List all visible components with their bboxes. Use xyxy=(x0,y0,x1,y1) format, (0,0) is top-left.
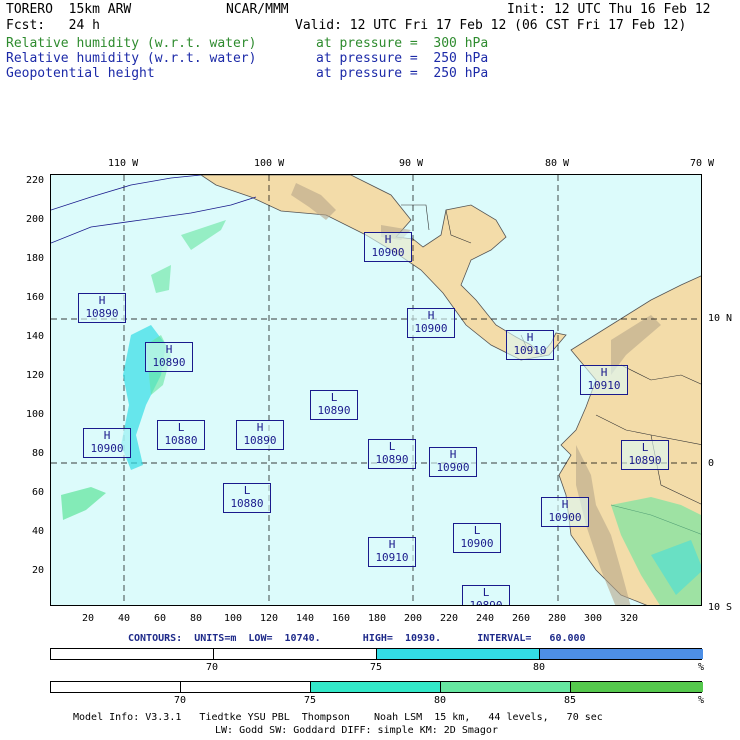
colorbar-250-label: 75 xyxy=(370,662,383,673)
x-tick: 160 xyxy=(332,613,351,624)
colorbar-300-segment-80-85 xyxy=(441,682,571,692)
colorbar-300-label: 85 xyxy=(564,695,577,706)
colorbar-300hpa xyxy=(50,681,703,693)
pressure-center: H 10900 xyxy=(407,308,455,338)
pressure-center: L 10890 xyxy=(462,585,510,605)
y-tick: 120 xyxy=(25,370,44,381)
forecast-hour: Fcst: 24 h xyxy=(6,18,100,33)
colorbar-300-label: 75 xyxy=(304,695,317,706)
field-2-name: Relative humidity (w.r.t. water) xyxy=(6,51,257,66)
pressure-center: H 10900 xyxy=(541,497,589,527)
colorbar-250-segment-above-80 xyxy=(540,649,703,659)
pressure-center: H 10890 xyxy=(145,342,193,372)
colorbar-250hpa xyxy=(50,648,703,660)
lon-label-80w: 80 W xyxy=(545,158,570,169)
y-tick: 20 xyxy=(31,565,44,576)
colorbar-300-segment-above-85 xyxy=(571,682,703,692)
colorbar-250-label: % xyxy=(698,662,705,673)
map-panel: H 10900 H 10890 H 10900 H 10910 H 10890 H 1091… xyxy=(50,174,702,606)
field-1-name: Relative humidity (w.r.t. water) xyxy=(6,36,257,51)
pressure-center: H 10910 xyxy=(506,330,554,360)
field-2-level: at pressure = 250 hPa xyxy=(316,51,489,66)
pressure-center: H 10890 xyxy=(236,420,284,450)
colorbar-250-segment-below-70 xyxy=(51,649,214,659)
x-tick: 200 xyxy=(404,613,423,624)
pressure-center: H 10900 xyxy=(429,447,477,477)
x-tick: 100 xyxy=(224,613,243,624)
x-tick: 40 xyxy=(118,613,131,624)
x-tick: 60 xyxy=(154,613,167,624)
y-tick: 160 xyxy=(25,292,44,303)
x-tick: 320 xyxy=(620,613,639,624)
colorbar-300-label: % xyxy=(698,695,705,706)
lon-label-110w: 110 W xyxy=(108,158,139,169)
lon-label-90w: 90 W xyxy=(399,158,424,169)
contours-info: CONTOURS: UNITS=m LOW= 10740. HIGH= 1093… xyxy=(128,633,586,644)
y-tick: 60 xyxy=(31,487,44,498)
colorbar-250-label: 80 xyxy=(533,662,546,673)
x-tick: 180 xyxy=(368,613,387,624)
x-tick: 300 xyxy=(584,613,603,624)
pressure-center: L 10880 xyxy=(223,483,271,513)
y-tick: 180 xyxy=(25,253,44,264)
x-tick: 20 xyxy=(82,613,95,624)
organization: NCAR/MMM xyxy=(226,2,289,17)
y-tick: 80 xyxy=(31,448,44,459)
model-name: TORERO 15km ARW xyxy=(6,2,132,17)
colorbar-300-label: 80 xyxy=(434,695,447,706)
y-tick: 40 xyxy=(31,526,44,537)
model-info-line-2: LW: Godd SW: Goddard DIFF: simple KM: 2D… xyxy=(215,725,498,736)
pressure-center: H 10900 xyxy=(83,428,131,458)
pressure-center: L 10890 xyxy=(621,440,669,470)
pressure-center: L 10890 xyxy=(368,439,416,469)
lat-label-10n: 10 N xyxy=(708,313,733,324)
x-tick: 140 xyxy=(296,613,315,624)
colorbar-250-label: 70 xyxy=(206,662,219,673)
field-3-name: Geopotential height xyxy=(6,66,155,81)
x-tick: 280 xyxy=(548,613,567,624)
model-info-line-1: Model Info: V3.3.1 Tiedtke YSU PBL Thomp… xyxy=(73,712,603,723)
colorbar-300-segment-70-75 xyxy=(181,682,311,692)
x-tick: 240 xyxy=(476,613,495,624)
colorbar-300-label: 70 xyxy=(174,695,187,706)
pressure-center: H 10910 xyxy=(580,365,628,395)
y-tick: 220 xyxy=(25,175,44,186)
pressure-center: L 10900 xyxy=(453,523,501,553)
colorbar-300-segment-75-80 xyxy=(311,682,441,692)
x-tick: 120 xyxy=(260,613,279,624)
lat-label-10s: 10 S xyxy=(708,602,733,613)
x-tick: 220 xyxy=(440,613,459,624)
lon-label-70w: 70 W xyxy=(690,158,715,169)
init-time: Init: 12 UTC Thu 16 Feb 12 xyxy=(507,2,711,17)
pressure-center: H 10910 xyxy=(368,537,416,567)
field-1-level: at pressure = 300 hPa xyxy=(316,36,489,51)
field-3-level: at pressure = 250 hPa xyxy=(316,66,489,81)
pressure-center: H 10900 xyxy=(364,232,412,262)
pressure-center: L 10890 xyxy=(310,390,358,420)
pressure-center: H 10890 xyxy=(78,293,126,323)
lon-label-100w: 100 W xyxy=(254,158,285,169)
lat-label-0: 0 xyxy=(708,458,715,469)
x-tick: 260 xyxy=(512,613,531,624)
colorbar-250-segment-70-75 xyxy=(214,649,377,659)
valid-time: Valid: 12 UTC Fri 17 Feb 12 (06 CST Fri … xyxy=(295,18,687,33)
pressure-center: L 10880 xyxy=(157,420,205,450)
colorbar-300-segment-below-70 xyxy=(51,682,181,692)
x-tick: 80 xyxy=(190,613,203,624)
colorbar-250-segment-75-80 xyxy=(377,649,540,659)
y-tick: 140 xyxy=(25,331,44,342)
y-tick: 100 xyxy=(25,409,44,420)
y-tick: 200 xyxy=(25,214,44,225)
